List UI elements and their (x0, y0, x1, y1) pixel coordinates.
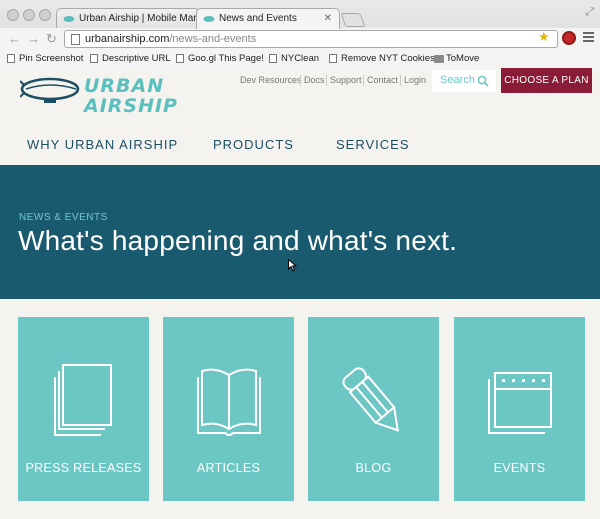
reload-button[interactable]: ↻ (46, 31, 57, 47)
browser-chrome: Urban Airship | Mobile Marke News and Ev… (0, 0, 600, 67)
tab-strip: Urban Airship | Mobile Marke News and Ev… (0, 0, 600, 29)
nav-products[interactable]: PRODUCTS (213, 137, 294, 152)
bookmarks-bar: Pin Screenshot Descriptive URL Goo.gl Th… (0, 50, 600, 67)
bookmark-item[interactable]: Goo.gl This Page! (176, 53, 264, 64)
forward-button[interactable]: → (27, 31, 40, 46)
tab-urban-airship[interactable]: Urban Airship | Mobile Marke (56, 8, 200, 29)
content-tiles: PRESS RELEASES ARTICLES BLOG EVENTS (0, 299, 600, 519)
airship-favicon-icon (203, 16, 215, 22)
tab-label: Urban Airship | Mobile Marke (79, 13, 200, 24)
nav-services[interactable]: SERVICES (336, 137, 410, 152)
fullscreen-icon[interactable]: ⤢ (585, 6, 594, 19)
airship-logo-icon (20, 77, 80, 103)
mouse-cursor-icon (288, 259, 297, 272)
calendar-icon (488, 372, 552, 434)
close-window-button[interactable] (7, 9, 19, 21)
minimize-window-button[interactable] (23, 9, 35, 21)
search-placeholder: Search (440, 74, 475, 86)
bookmark-label: Pin Screenshot (19, 53, 84, 64)
divider (326, 75, 327, 86)
page-icon (176, 54, 184, 63)
bookmark-star-icon[interactable]: ★ (538, 29, 550, 45)
tile-press-releases[interactable]: PRESS RELEASES (18, 317, 149, 501)
search-icon (477, 75, 489, 87)
bookmark-label: ToMove (446, 53, 480, 64)
divider (300, 75, 301, 86)
bookmark-item[interactable]: Descriptive URL (90, 53, 171, 64)
folder-icon (434, 55, 444, 63)
divider (400, 75, 401, 86)
tab-label: News and Events (219, 13, 297, 24)
page-title: What's happening and what's next. (18, 225, 458, 256)
bookmark-item[interactable]: Pin Screenshot (7, 53, 83, 64)
section-eyebrow: NEWS & EVENTS (19, 212, 108, 223)
bookmark-label: Goo.gl This Page! (188, 53, 264, 64)
bookmark-folder[interactable]: ToMove (434, 53, 479, 64)
logo-text: AIRSHIP (84, 95, 178, 117)
url-domain: urbanairship.com (85, 33, 170, 45)
login-link[interactable]: Login (404, 75, 426, 85)
browser-toolbar: ← → ↻ urbanairship.com/news-and-events ★ (0, 28, 600, 50)
url-path: /news-and-events (169, 33, 257, 45)
hero-banner: NEWS & EVENTS What's happening and what'… (0, 165, 600, 299)
page-icon (71, 34, 80, 45)
zoom-window-button[interactable] (39, 9, 51, 21)
bookmark-label: NYClean (281, 53, 320, 64)
contact-link[interactable]: Contact (367, 75, 398, 85)
close-tab-icon[interactable]: ✕ (324, 13, 332, 24)
divider (363, 75, 364, 86)
documents-icon (54, 364, 112, 436)
tab-news-and-events[interactable]: News and Events ✕ (196, 8, 340, 29)
page-icon (269, 54, 277, 63)
bookmark-item[interactable]: Remove NYT Cookies (329, 53, 435, 64)
bookmark-label: Descriptive URL (102, 53, 171, 64)
dev-resources-link[interactable]: Dev Resources (240, 75, 302, 85)
logo-text: URBAN (84, 75, 165, 97)
tile-label: EVENTS (493, 461, 546, 475)
tile-label: BLOG (355, 461, 392, 475)
tile-label: PRESS RELEASES (25, 461, 142, 475)
tile-articles[interactable]: ARTICLES (163, 317, 294, 501)
nav-why-urban-airship[interactable]: WHY URBAN AIRSHIP (27, 137, 178, 152)
new-tab-button[interactable] (340, 13, 366, 27)
bookmark-label: Remove NYT Cookies (341, 53, 435, 64)
menu-icon[interactable] (583, 32, 594, 44)
open-book-icon (197, 368, 261, 436)
page-icon (7, 54, 15, 63)
tile-blog[interactable]: BLOG (308, 317, 439, 501)
page-icon (329, 54, 337, 63)
tile-label: ARTICLES (196, 461, 261, 475)
airship-favicon-icon (63, 16, 75, 22)
urban-airship-logo[interactable]: URBAN AIRSHIP (20, 73, 177, 121)
back-button[interactable]: ← (8, 31, 21, 46)
docs-link[interactable]: Docs (304, 75, 325, 85)
extension-icon[interactable] (562, 31, 576, 45)
choose-a-plan-button[interactable]: CHOOSE A PLAN (501, 68, 592, 93)
pencil-icon (342, 367, 400, 432)
tile-events[interactable]: EVENTS (454, 317, 585, 501)
bookmark-item[interactable]: NYClean (269, 53, 319, 64)
address-bar[interactable]: urbanairship.com/news-and-events (64, 30, 558, 48)
site-header: URBAN AIRSHIP Dev Resources Docs Support… (0, 67, 600, 165)
page-icon (90, 54, 98, 63)
search-box[interactable]: Search (432, 70, 496, 92)
support-link[interactable]: Support (330, 75, 362, 85)
